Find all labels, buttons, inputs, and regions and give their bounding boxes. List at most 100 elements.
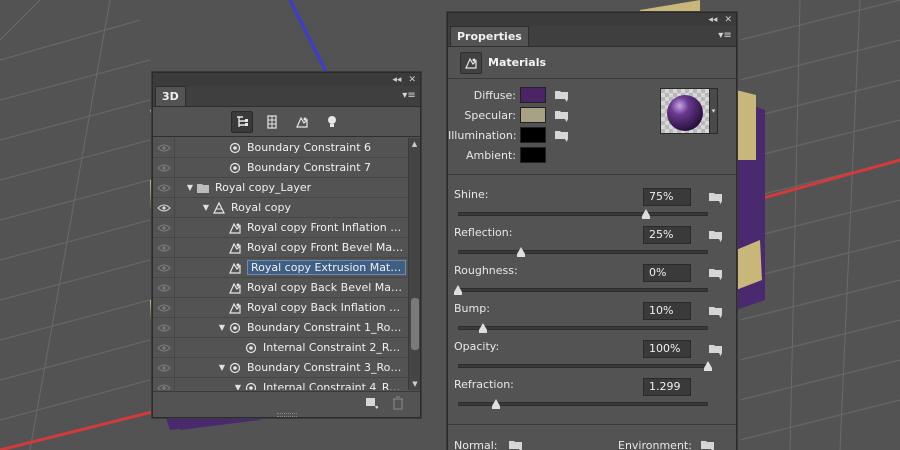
resize-grip[interactable] [277, 413, 297, 417]
collapse-icon[interactable]: ◂◂ [392, 75, 401, 85]
lights-filter-button[interactable] [321, 111, 343, 133]
expand-triangle-icon[interactable]: ▼ [185, 183, 195, 192]
slider-thumb[interactable] [491, 399, 500, 409]
scene-filter-icon [236, 115, 248, 127]
close-icon[interactable]: ✕ [724, 15, 732, 25]
layer-row[interactable]: Boundary Constraint 6 [153, 138, 408, 158]
collapse-icon[interactable]: ◂◂ [708, 15, 717, 25]
properties-panel: ◂◂ ✕ Properties ▾≡ Materials ▾ Diffuse: … [447, 12, 737, 450]
texture-folder-icon[interactable]: ▾ [708, 190, 724, 204]
slider-track[interactable] [458, 364, 708, 368]
color-label: Illumination: [448, 128, 517, 142]
texture-folder-icon[interactable]: ▾ [708, 266, 724, 280]
slider-track[interactable] [458, 250, 708, 254]
scene-filter-button[interactable] [230, 110, 253, 133]
slider-thumb[interactable] [704, 361, 712, 371]
slider-value-field[interactable]: 25% [643, 226, 691, 244]
3d-panel: ◂◂ ✕ 3D ▾≡ Boundary Constraint 6 Boundary… [152, 72, 421, 418]
new-light-icon[interactable]: ▾ [364, 396, 380, 413]
layer-row[interactable]: Royal copy Back Inflation Material [153, 297, 408, 318]
visibility-eye-icon[interactable] [153, 277, 175, 298]
color-swatch[interactable] [520, 87, 546, 103]
slider-value-field[interactable]: 75% [643, 188, 691, 206]
color-swatch[interactable] [520, 127, 546, 143]
preview-dropdown-icon[interactable]: ▾ [710, 88, 718, 134]
material-preview[interactable] [660, 88, 710, 134]
visibility-eye-icon[interactable] [153, 217, 175, 238]
color-row: Specular: ▾ [448, 106, 570, 124]
layer-row[interactable]: Royal copy Extrusion Material [153, 257, 408, 278]
close-icon[interactable]: ✕ [408, 75, 416, 85]
color-row: Diffuse: ▾ [448, 86, 570, 104]
layer-row[interactable]: Internal Constraint 2_Royal copy [153, 337, 408, 358]
expand-triangle-icon[interactable]: ▼ [217, 363, 227, 372]
layer-row[interactable]: ▼ Boundary Constraint 3_Royal copy [153, 357, 408, 378]
layer-row[interactable]: Royal copy Front Bevel Material [153, 237, 408, 258]
slider-value-field[interactable]: 100% [643, 340, 691, 358]
expand-triangle-icon[interactable]: ▼ [217, 323, 227, 332]
visibility-eye-icon[interactable] [153, 197, 175, 218]
texture-folder-icon[interactable]: ▾ [708, 342, 724, 356]
visibility-eye-icon[interactable] [153, 317, 175, 338]
visibility-eye-icon[interactable] [153, 337, 175, 358]
normal-folder-icon[interactable]: ▾ [508, 438, 524, 450]
panel-menu-icon[interactable]: ▾≡ [402, 90, 416, 102]
constraint-icon [227, 140, 243, 156]
color-label: Ambient: [465, 148, 516, 162]
panel-menu-icon[interactable]: ▾≡ [718, 30, 732, 42]
texture-folder-icon[interactable]: ▾ [708, 304, 724, 318]
tab-bar: Properties ▾≡ [448, 26, 736, 47]
visibility-eye-icon[interactable] [153, 297, 175, 318]
slider-thumb[interactable] [516, 247, 525, 257]
color-row: Illumination: ▾ [448, 126, 570, 144]
slider-value-field[interactable]: 0% [643, 264, 691, 282]
color-swatch[interactable] [520, 147, 546, 163]
scroll-down-arrow-icon[interactable]: ▼ [409, 378, 421, 390]
color-swatch[interactable] [520, 107, 546, 123]
mesh-filter-button[interactable] [261, 111, 283, 133]
materials-filter-button[interactable] [291, 111, 313, 133]
layer-row[interactable]: ▼ Internal Constraint 4_Royal copy [153, 377, 408, 390]
slider-track[interactable] [458, 326, 708, 330]
slider-value-field[interactable]: 1.299 [643, 378, 691, 396]
trash-icon[interactable] [392, 396, 404, 413]
svg-text:▾: ▾ [719, 313, 722, 318]
material-icon [227, 260, 243, 276]
environment-folder-icon[interactable]: ▾ [700, 438, 716, 450]
tab-3d[interactable]: 3D [155, 86, 186, 106]
expand-triangle-icon[interactable]: ▼ [233, 383, 243, 390]
layer-row[interactable]: Royal copy Front Inflation Material [153, 217, 408, 238]
visibility-eye-icon[interactable] [153, 157, 175, 178]
layer-row[interactable]: ▼ Royal copy_Layer [153, 177, 408, 198]
scroll-thumb[interactable] [411, 298, 419, 350]
layer-name: Royal copy Back Bevel Material [247, 281, 406, 294]
slider-track[interactable] [458, 212, 708, 216]
layer-list[interactable]: Boundary Constraint 6 Boundary Constraint… [153, 138, 408, 390]
expand-triangle-icon[interactable]: ▼ [201, 203, 211, 212]
scroll-up-arrow-icon[interactable]: ▲ [409, 138, 420, 150]
slider-track[interactable] [458, 288, 708, 292]
layer-row[interactable]: Royal copy Back Bevel Material [153, 277, 408, 298]
texture-folder-icon[interactable]: ▾ [708, 228, 724, 242]
visibility-eye-icon[interactable] [153, 177, 175, 198]
slider-thumb[interactable] [454, 285, 462, 295]
slider-thumb[interactable] [641, 209, 650, 219]
texture-folder-icon[interactable]: ▾ [554, 88, 570, 102]
slider-value-field[interactable]: 10% [643, 302, 691, 320]
slider-thumb[interactable] [479, 323, 487, 333]
visibility-eye-icon[interactable] [153, 357, 175, 378]
tab-properties[interactable]: Properties [450, 26, 529, 46]
visibility-eye-icon[interactable] [153, 138, 175, 158]
layer-row[interactable]: ▼ Boundary Constraint 1_Royal copy [153, 317, 408, 338]
texture-folder-icon[interactable]: ▾ [554, 108, 570, 122]
layer-row[interactable]: ▼ Royal copy [153, 197, 408, 218]
layer-list-scrollbar[interactable]: ▲ ▼ [408, 138, 420, 390]
color-row: Ambient: [448, 146, 546, 164]
visibility-eye-icon[interactable] [153, 377, 175, 390]
visibility-eye-icon[interactable] [153, 257, 175, 278]
visibility-eye-icon[interactable] [153, 237, 175, 258]
slider-label: Opacity: [454, 340, 500, 353]
layer-row[interactable]: Boundary Constraint 7 [153, 157, 408, 178]
filter-toolbar [153, 107, 420, 137]
texture-folder-icon[interactable]: ▾ [554, 128, 570, 142]
